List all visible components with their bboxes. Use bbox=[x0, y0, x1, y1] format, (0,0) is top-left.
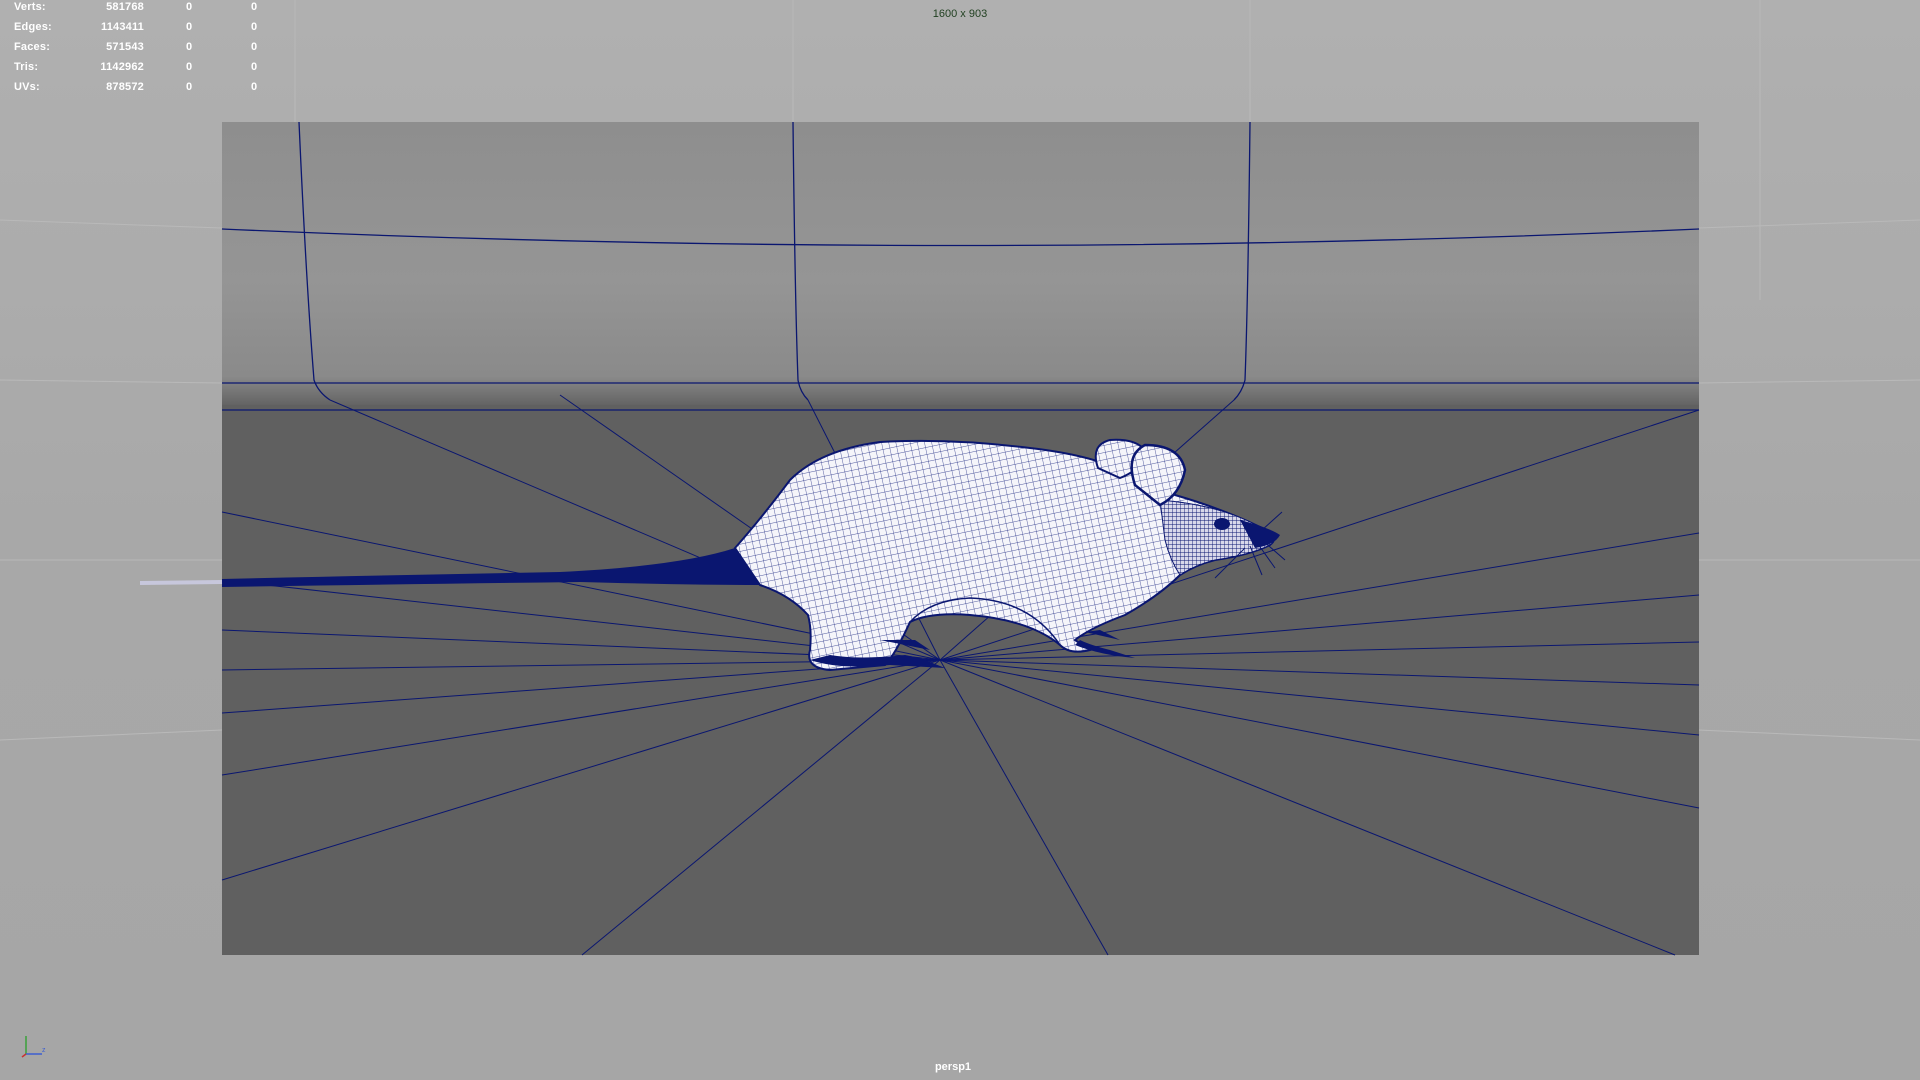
resolution-gate-label: 1600 x 903 bbox=[932, 8, 988, 20]
stat-total: 878572 bbox=[106, 81, 144, 93]
hud-stat-row: Tris: 1142962 0 0 bbox=[14, 60, 264, 80]
stat-label: Edges: bbox=[14, 21, 52, 33]
stat-label: Faces: bbox=[14, 41, 51, 53]
stat-component: 0 bbox=[251, 81, 258, 93]
hud-stat-row: UVs: 878572 0 0 bbox=[14, 80, 264, 100]
xyz-axis-gizmo-icon: z bbox=[21, 1036, 46, 1058]
scene-render[interactable] bbox=[0, 0, 1920, 1080]
stat-selected: 0 bbox=[186, 41, 193, 53]
stat-selected: 0 bbox=[186, 61, 193, 73]
camera-name-label: persp1 bbox=[934, 1061, 972, 1073]
stat-total: 571543 bbox=[106, 41, 144, 53]
stat-label: UVs: bbox=[14, 81, 40, 93]
svg-text:z: z bbox=[42, 1047, 46, 1054]
stat-component: 0 bbox=[251, 41, 258, 53]
stat-selected: 0 bbox=[186, 21, 193, 33]
stat-selected: 0 bbox=[186, 81, 193, 93]
stat-component: 0 bbox=[251, 61, 258, 73]
stat-total: 1143411 bbox=[100, 21, 144, 33]
3d-viewport[interactable]: Verts: 581768 0 0 Edges: 1143411 0 0 Fac… bbox=[0, 0, 1920, 1080]
hud-stat-row: Faces: 571543 0 0 bbox=[14, 40, 264, 60]
stat-total: 1142962 bbox=[100, 61, 144, 73]
stat-label: Tris: bbox=[14, 61, 39, 73]
stat-component: 0 bbox=[251, 21, 258, 33]
hud-stat-row: Edges: 1143411 0 0 bbox=[14, 20, 264, 40]
